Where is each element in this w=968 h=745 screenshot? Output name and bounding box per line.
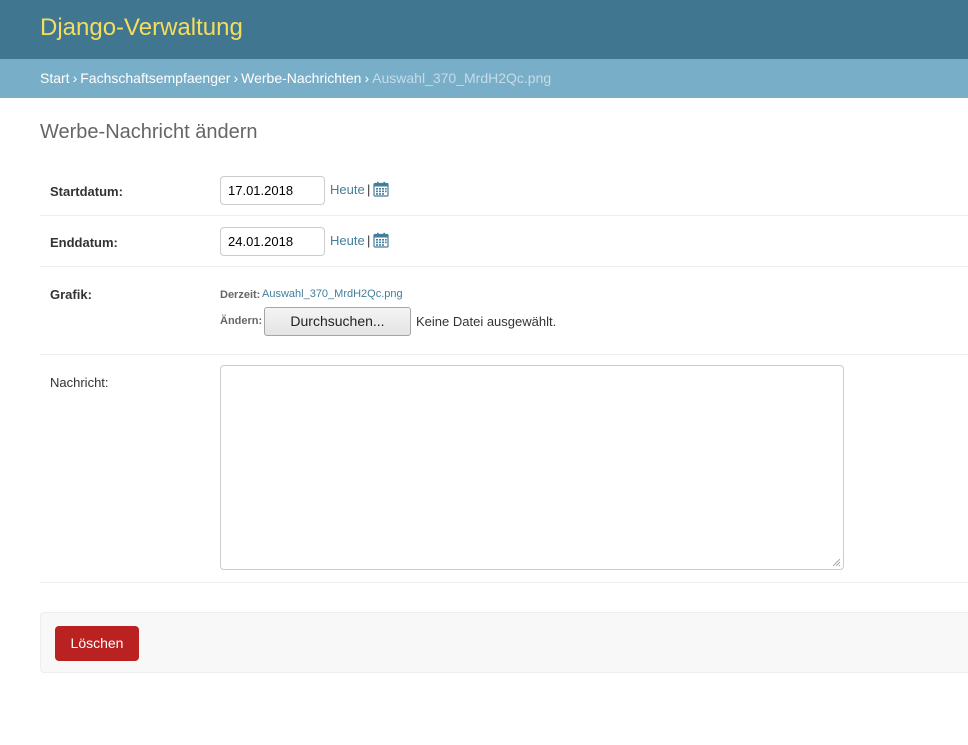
enddatum-input[interactable]: 24.01.2018 [220, 227, 325, 256]
breadcrumb-separator: › [364, 70, 370, 86]
breadcrumb-current: Auswahl_370_MrdH2Qc.png [372, 70, 552, 86]
row-divider [40, 266, 968, 267]
enddatum-label: Enddatum: [50, 235, 118, 250]
breadcrumb: Start › Fachschaftsempfaenger › Werbe-Nachri… [0, 59, 968, 98]
row-divider [40, 582, 968, 583]
startdatum-divider: | [367, 182, 371, 197]
browse-button[interactable]: Durchsuchen... [264, 307, 411, 336]
submit-row: Löschen [40, 612, 968, 673]
startdatum-today-link[interactable]: Heute [330, 182, 365, 197]
grafik-current-label: Derzeit: [220, 289, 261, 301]
breadcrumb-separator: › [72, 70, 78, 86]
row-divider [40, 215, 968, 216]
row-divider [40, 354, 968, 355]
enddatum-today-link[interactable]: Heute [330, 233, 365, 248]
grafik-change-label: Ändern: [220, 315, 263, 327]
calendar-icon[interactable] [373, 232, 389, 248]
delete-button[interactable]: Löschen [55, 626, 139, 661]
page-title: Werbe-Nachricht ändern [40, 121, 258, 143]
breadcrumb-model[interactable]: Werbe-Nachrichten [241, 70, 361, 86]
breadcrumb-separator: › [233, 70, 239, 86]
nachricht-label: Nachricht: [50, 375, 109, 390]
breadcrumb-app[interactable]: Fachschaftsempfaenger [80, 70, 230, 86]
header: Django-Verwaltung [0, 0, 968, 59]
startdatum-label: Startdatum: [50, 184, 123, 199]
site-name[interactable]: Django-Verwaltung [40, 14, 243, 42]
calendar-icon[interactable] [373, 181, 389, 197]
resize-handle-icon[interactable] [831, 557, 841, 567]
nachricht-textarea[interactable] [220, 365, 844, 570]
grafik-current-file-link[interactable]: Auswahl_370_MrdH2Qc.png [262, 288, 403, 300]
startdatum-input[interactable]: 17.01.2018 [220, 176, 325, 205]
no-file-selected-text: Keine Datei ausgewählt. [416, 314, 557, 329]
breadcrumb-start[interactable]: Start [40, 70, 70, 86]
enddatum-divider: | [367, 233, 371, 248]
grafik-label: Grafik: [50, 287, 92, 302]
